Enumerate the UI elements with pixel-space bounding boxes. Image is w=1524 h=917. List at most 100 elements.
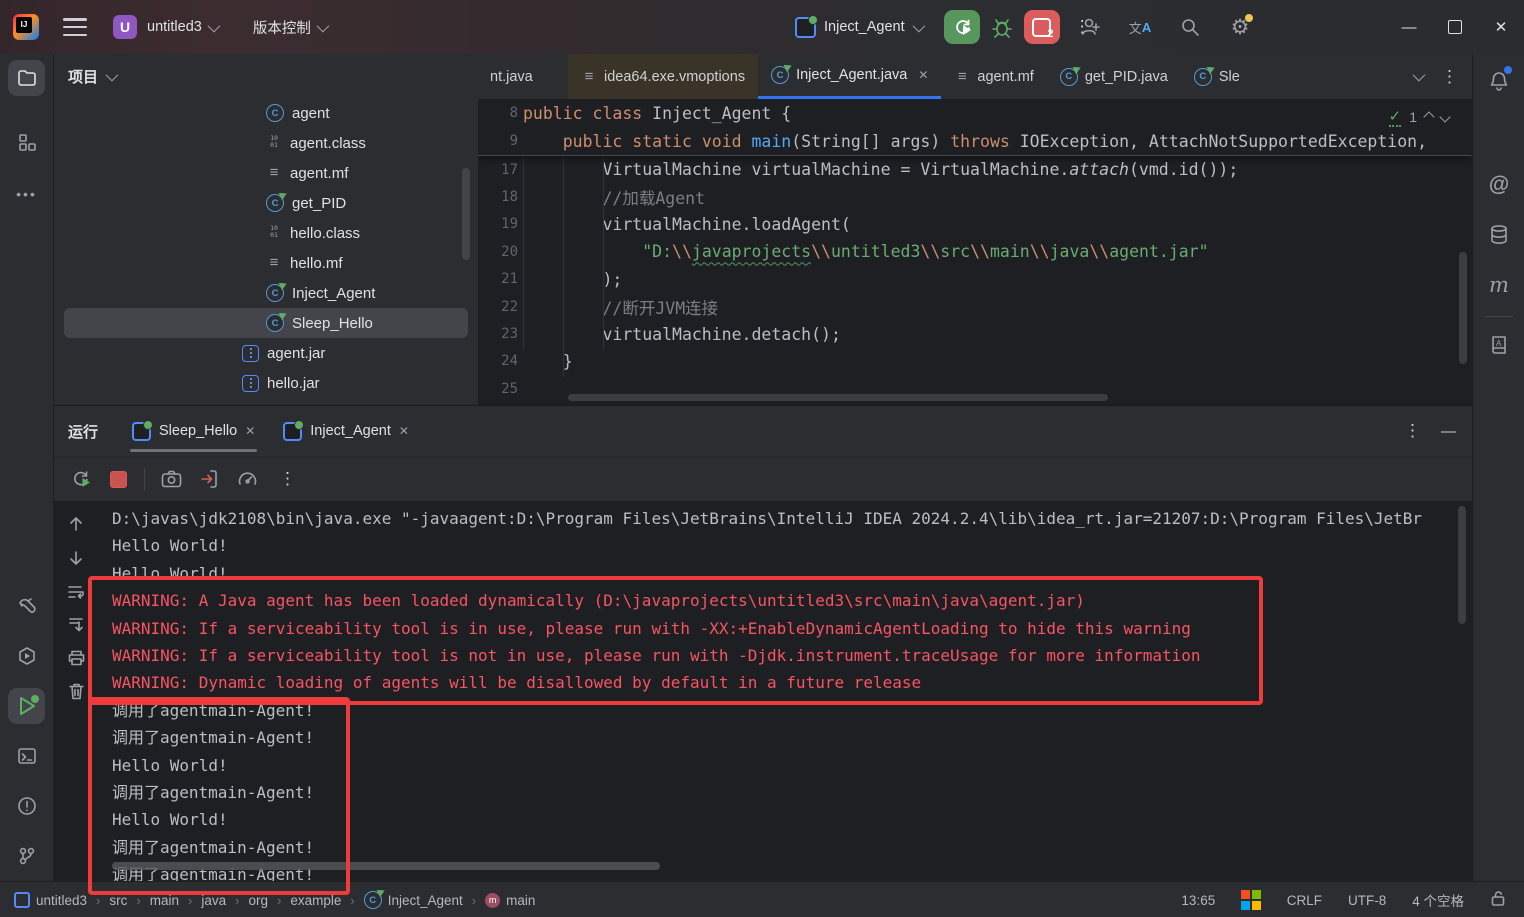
breadcrumb-item[interactable]: untitled3: [14, 892, 87, 908]
tree-item[interactable]: CInject_Agent: [54, 278, 478, 308]
console-line[interactable]: WARNING: Dynamic loading of agents will …: [112, 669, 1422, 696]
project-avatar[interactable]: U: [113, 15, 137, 39]
breadcrumb-item[interactable]: CInject_Agent: [364, 891, 463, 909]
console-output[interactable]: D:\javas\jdk2108\bin\java.exe "-javaagen…: [112, 505, 1422, 882]
file-encoding[interactable]: UTF-8: [1348, 893, 1386, 908]
console-line[interactable]: 调用了agentmain-Agent!: [112, 779, 1422, 806]
code-line[interactable]: 8public class Inject_Agent {: [478, 99, 1472, 127]
project-name-menu[interactable]: untitled3: [147, 19, 217, 35]
stop-process-button[interactable]: [106, 467, 130, 491]
console-line[interactable]: WARNING: A Java agent has been loaded dy…: [112, 587, 1422, 614]
code-line[interactable]: 21 );: [478, 266, 1472, 293]
clear-console-trash-icon[interactable]: [65, 680, 87, 702]
editor-tab[interactable]: ≡idea64.exe.vmoptions: [568, 54, 758, 99]
soft-wrap-icon[interactable]: [65, 581, 87, 603]
close-run-tab-icon[interactable]: ✕: [399, 424, 409, 438]
code-line[interactable]: 18 //加载Agent: [478, 183, 1472, 210]
tree-item[interactable]: Cagent: [54, 98, 478, 128]
main-menu-icon[interactable]: [63, 18, 87, 36]
code-line[interactable]: 24 }: [478, 348, 1472, 375]
editor-vertical-scrollbar[interactable]: [1459, 252, 1467, 364]
console-line[interactable]: 调用了agentmain-Agent!: [112, 724, 1422, 751]
close-tab-icon[interactable]: ✕: [918, 68, 928, 82]
tree-scrollbar[interactable]: [462, 168, 470, 260]
run-button[interactable]: [944, 10, 980, 44]
detach-process-icon[interactable]: [197, 467, 221, 491]
translate-icon[interactable]: 文A: [1126, 13, 1154, 41]
cursor-position[interactable]: 13:65: [1181, 893, 1215, 908]
code-line[interactable]: 9 public static void main(String[] args)…: [478, 127, 1472, 155]
prev-problem-icon[interactable]: [1423, 111, 1434, 122]
services-tool-icon[interactable]: [8, 638, 45, 674]
line-separator[interactable]: CRLF: [1287, 893, 1322, 908]
editor-tab[interactable]: nt.java: [478, 54, 568, 99]
console-vertical-scrollbar[interactable]: [1458, 506, 1466, 624]
breadcrumb-item[interactable]: src: [109, 893, 127, 908]
breadcrumb-item[interactable]: mmain: [485, 893, 535, 908]
dictionary-tool-icon[interactable]: A: [1484, 330, 1514, 360]
settings-gear-icon[interactable]: ⚙: [1226, 13, 1254, 41]
tree-item[interactable]: ≡hello.mf: [54, 248, 478, 278]
scroll-down-icon[interactable]: [65, 547, 87, 569]
vcs-menu[interactable]: 版本控制: [253, 17, 326, 38]
hide-panel-icon[interactable]: —: [1441, 423, 1456, 440]
print-icon[interactable]: [65, 647, 87, 669]
run-tab[interactable]: Sleep_Hello✕: [118, 406, 269, 456]
console-line[interactable]: Hello World!: [112, 752, 1422, 779]
console-line[interactable]: 调用了agentmain-Agent!: [112, 697, 1422, 724]
tree-item[interactable]: ≡agent.mf: [54, 158, 478, 188]
console-line[interactable]: Hello World!: [112, 806, 1422, 833]
console[interactable]: D:\javas\jdk2108\bin\java.exe "-javaagen…: [54, 501, 1472, 882]
scroll-up-icon[interactable]: [65, 513, 87, 535]
thread-dump-camera-icon[interactable]: [159, 467, 183, 491]
code-line[interactable]: 19 virtualMachine.loadAgent(: [478, 211, 1472, 238]
tab-options-icon[interactable]: ⋮: [1435, 67, 1464, 87]
more-tool-windows-icon[interactable]: •••: [8, 176, 45, 212]
run-tool-icon[interactable]: [8, 688, 45, 724]
breadcrumb-item[interactable]: org: [248, 893, 268, 908]
console-horizontal-scrollbar[interactable]: [112, 862, 660, 870]
tree-item[interactable]: hello.jar: [54, 368, 478, 398]
editor-tab[interactable]: CInject_Agent.java✕: [758, 54, 941, 99]
next-problem-icon[interactable]: [1439, 111, 1450, 122]
search-everywhere-icon[interactable]: [1176, 13, 1204, 41]
close-button[interactable]: ✕: [1478, 0, 1524, 54]
editor-tab[interactable]: CSle: [1181, 54, 1253, 99]
editor-horizontal-scrollbar[interactable]: [568, 394, 1108, 401]
tree-item[interactable]: agent.jar: [54, 338, 478, 368]
microsoft-defender-icon[interactable]: [1241, 890, 1261, 910]
tree-item[interactable]: CSleep_Hello: [64, 308, 468, 338]
lock-open-icon[interactable]: [1490, 890, 1506, 910]
code-line[interactable]: 23 virtualMachine.detach();: [478, 320, 1472, 347]
debug-button[interactable]: [988, 13, 1016, 41]
tree-item[interactable]: 1001agent.class: [54, 128, 478, 158]
console-line[interactable]: Hello World!: [112, 532, 1422, 559]
editor-tab[interactable]: Cget_PID.java: [1047, 54, 1181, 99]
editor-tab[interactable]: ≡agent.mf: [941, 54, 1046, 99]
notifications-bell-icon[interactable]: [1484, 66, 1514, 96]
project-tool-icon[interactable]: [8, 60, 45, 96]
code-line[interactable]: 17 VirtualMachine virtualMachine = Virtu…: [478, 156, 1472, 183]
breadcrumb-item[interactable]: main: [150, 893, 179, 908]
breadcrumb-item[interactable]: java: [201, 893, 226, 908]
problems-tool-icon[interactable]: [8, 788, 45, 824]
tab-list-chevron-icon[interactable]: [1403, 63, 1431, 91]
close-run-tab-icon[interactable]: ✕: [245, 424, 255, 438]
minimize-button[interactable]: —: [1386, 0, 1432, 54]
run-panel-options-icon[interactable]: ⋮: [1398, 421, 1427, 441]
tree-item[interactable]: 1001hello.class: [54, 218, 478, 248]
profiler-gauge-icon[interactable]: [235, 467, 259, 491]
inspections-widget[interactable]: ✓ 1: [1389, 107, 1449, 127]
code-editor[interactable]: 8public class Inject_Agent {9 public sta…: [478, 99, 1472, 405]
indent-setting[interactable]: 4 个空格: [1412, 890, 1464, 910]
code-line[interactable]: 22 //断开JVM连接: [478, 293, 1472, 320]
build-tool-icon[interactable]: [8, 588, 45, 624]
code-line[interactable]: 20 "D:\\javaprojects\\untitled3\\src\\ma…: [478, 238, 1472, 265]
git-tool-icon[interactable]: [8, 838, 45, 874]
console-line[interactable]: 调用了agentmain-Agent!: [112, 834, 1422, 861]
maven-tool-icon[interactable]: m: [1484, 270, 1514, 300]
terminal-tool-icon[interactable]: [8, 738, 45, 774]
database-tool-icon[interactable]: [1484, 220, 1514, 250]
structure-tool-icon[interactable]: [8, 124, 45, 160]
scroll-to-end-icon[interactable]: [65, 614, 87, 636]
